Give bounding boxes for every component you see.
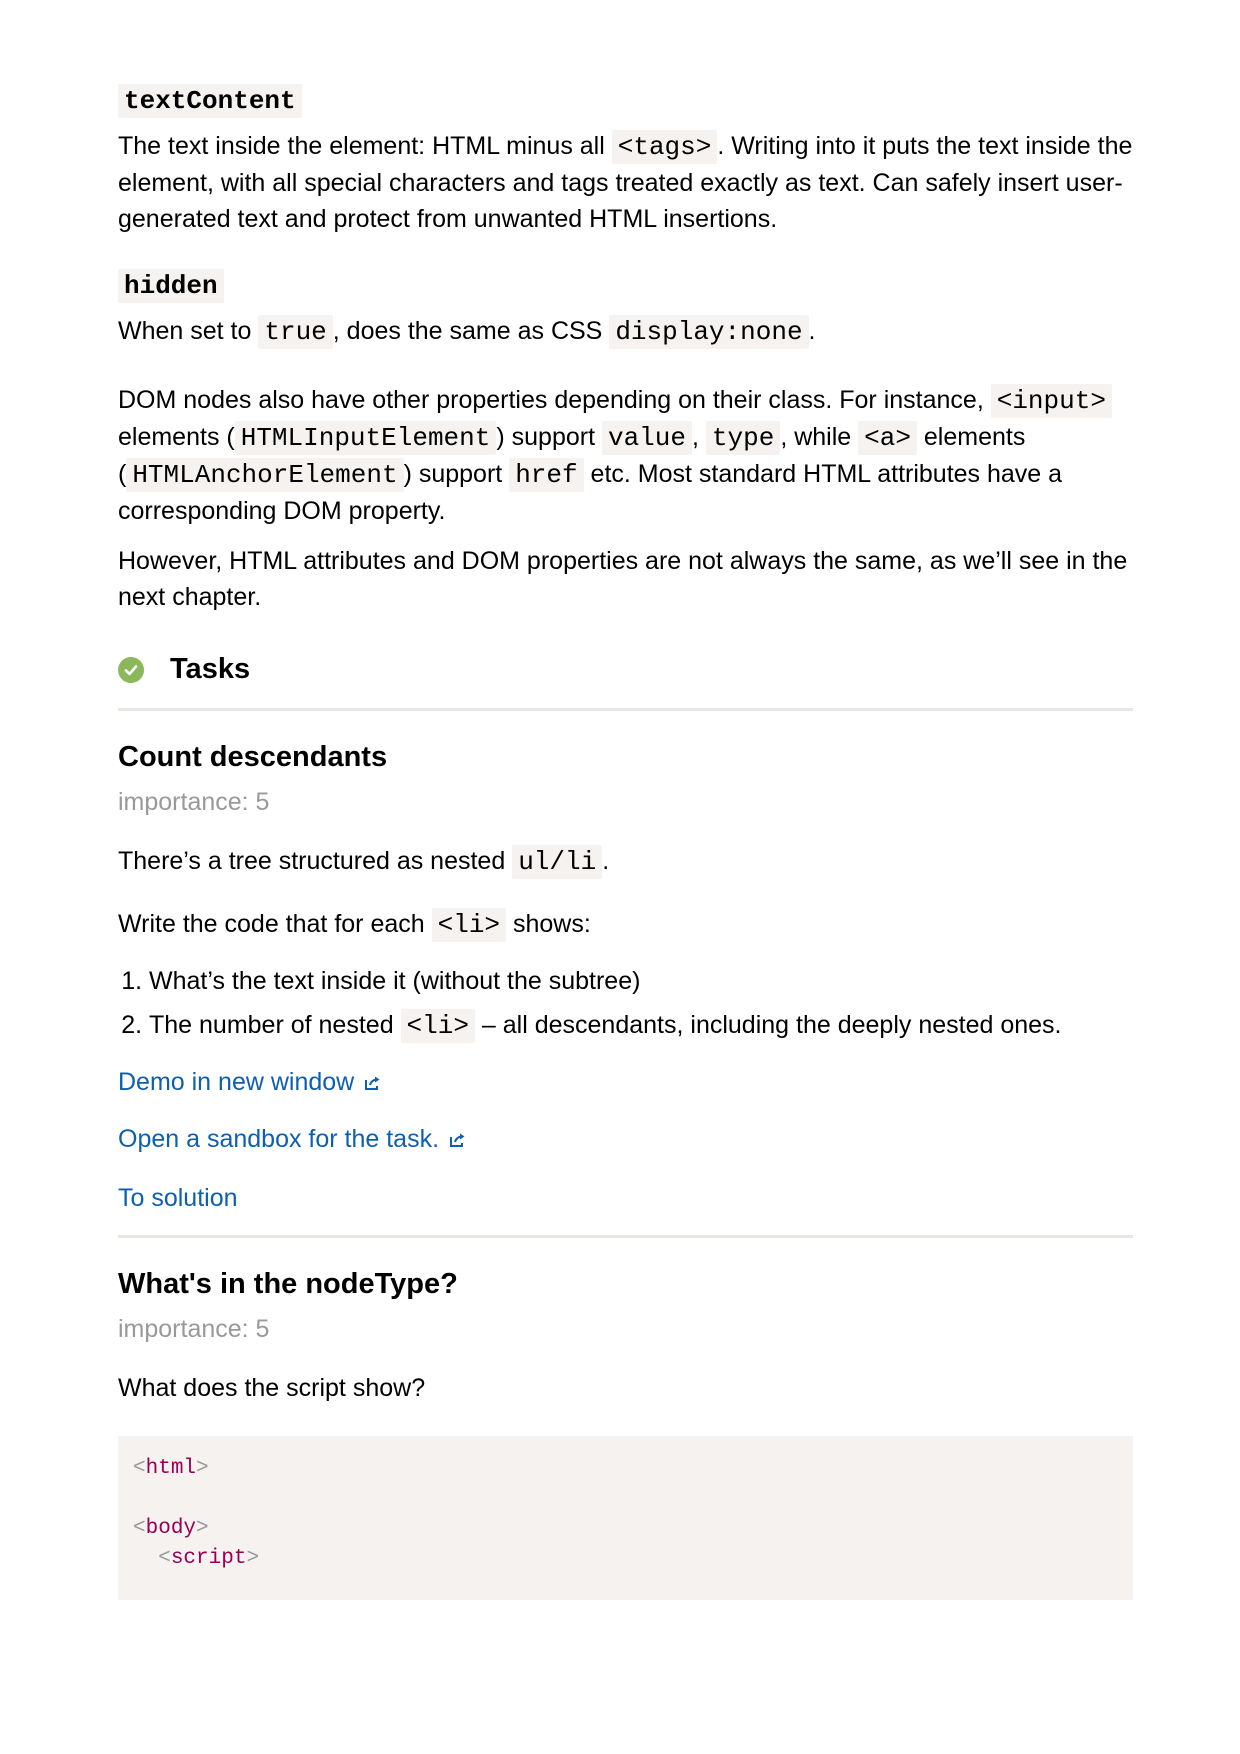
text: When set to xyxy=(118,317,259,345)
text: The text inside the element: HTML minus … xyxy=(118,132,612,160)
task-divider xyxy=(118,1235,1133,1238)
text: There’s a tree structured as nested xyxy=(118,847,513,875)
text: . xyxy=(808,317,816,345)
list-item: The number of nested <li> – all descenda… xyxy=(149,1007,1133,1044)
definition-hidden: hidden When set to true, does the same a… xyxy=(118,269,1133,350)
inline-code: value xyxy=(601,421,692,455)
text: ) support xyxy=(496,423,602,451)
text: – all descendants, including the deeply … xyxy=(474,1011,1062,1039)
text: shows: xyxy=(506,910,591,938)
inline-code: ul/li xyxy=(512,845,603,879)
inline-code: display:none xyxy=(609,315,809,349)
page: textContent The text inside the element:… xyxy=(0,0,1240,1754)
inline-code: HTMLAnchorElement xyxy=(126,458,404,492)
text: . xyxy=(602,847,610,875)
task-title: Count descendants xyxy=(118,741,388,773)
external-link-icon xyxy=(365,1076,380,1090)
definition-description: The text inside the element: HTML minus … xyxy=(118,128,1133,237)
link-label: Demo in new window xyxy=(118,1068,355,1096)
task-count-descendants: Count descendants importance: 5 There’s … xyxy=(118,741,1133,1213)
code-tag: html xyxy=(145,1457,197,1480)
tasks-heading: Tasks xyxy=(170,653,251,685)
inline-code: href xyxy=(509,458,584,492)
task-requirements-list: What’s the text inside it (without the s… xyxy=(118,963,1133,1044)
demo-link[interactable]: Demo in new window xyxy=(118,1068,382,1097)
solution-link[interactable]: To solution xyxy=(118,1184,238,1213)
task-importance: importance: 5 xyxy=(118,788,270,816)
external-link-icon xyxy=(450,1133,465,1147)
code-punct: < xyxy=(133,1517,146,1540)
inline-code: <li> xyxy=(400,1009,475,1043)
code-tag: script xyxy=(170,1547,247,1570)
paragraph-dom-properties: DOM nodes also have other properties dep… xyxy=(118,382,1133,529)
code-punct: > xyxy=(196,1457,209,1480)
task-instruction: Write the code that for each <li> shows: xyxy=(118,906,1133,943)
inline-code: <tags> xyxy=(611,130,718,164)
link-label: Open a sandbox for the task. xyxy=(118,1125,440,1153)
inline-code: <a> xyxy=(858,421,917,455)
tasks-header: Tasks xyxy=(118,653,1133,711)
inline-code: <input> xyxy=(990,384,1112,418)
code-punct: < xyxy=(158,1547,171,1570)
definition-description: When set to true, does the same as CSS d… xyxy=(118,313,1133,350)
task-nodetype: What's in the nodeType? importance: 5 Wh… xyxy=(118,1268,1133,1600)
code-punct: < xyxy=(133,1457,146,1480)
text: , xyxy=(691,423,706,451)
text: , while xyxy=(780,423,859,451)
paragraph-attributes-note: However, HTML attributes and DOM propert… xyxy=(118,547,1128,611)
code-tag: body xyxy=(145,1517,197,1540)
definition-term: textContent xyxy=(118,84,302,118)
check-circle-icon xyxy=(118,656,144,683)
task-intro: There’s a tree structured as nested ul/l… xyxy=(118,843,1133,880)
inline-code: HTMLInputElement xyxy=(234,421,497,455)
task-title: What's in the nodeType? xyxy=(118,1268,458,1300)
inline-code: true xyxy=(258,315,333,349)
text: ) support xyxy=(403,460,510,488)
text: elements ( xyxy=(118,423,235,451)
definition-term: hidden xyxy=(118,269,224,303)
definition-textcontent: textContent The text inside the element:… xyxy=(118,84,1133,237)
text: DOM nodes also have other properties dep… xyxy=(118,386,991,414)
inline-code: type xyxy=(705,421,781,455)
code-block: <html> <body> <script> xyxy=(118,1436,1133,1600)
sandbox-link[interactable]: Open a sandbox for the task. xyxy=(118,1125,467,1154)
article-content: textContent The text inside the element:… xyxy=(118,84,1133,1600)
text: What’s the text inside it (without the s… xyxy=(149,967,641,995)
code-punct: > xyxy=(246,1547,260,1570)
list-item: What’s the text inside it (without the s… xyxy=(149,963,1133,999)
code-punct: > xyxy=(196,1517,209,1540)
text: , does the same as CSS xyxy=(332,317,610,345)
text: The number of nested xyxy=(149,1011,401,1039)
inline-code: <li> xyxy=(431,908,507,942)
task-question: What does the script show? xyxy=(118,1374,426,1402)
text: Write the code that for each xyxy=(118,910,432,938)
task-importance: importance: 5 xyxy=(118,1315,270,1343)
